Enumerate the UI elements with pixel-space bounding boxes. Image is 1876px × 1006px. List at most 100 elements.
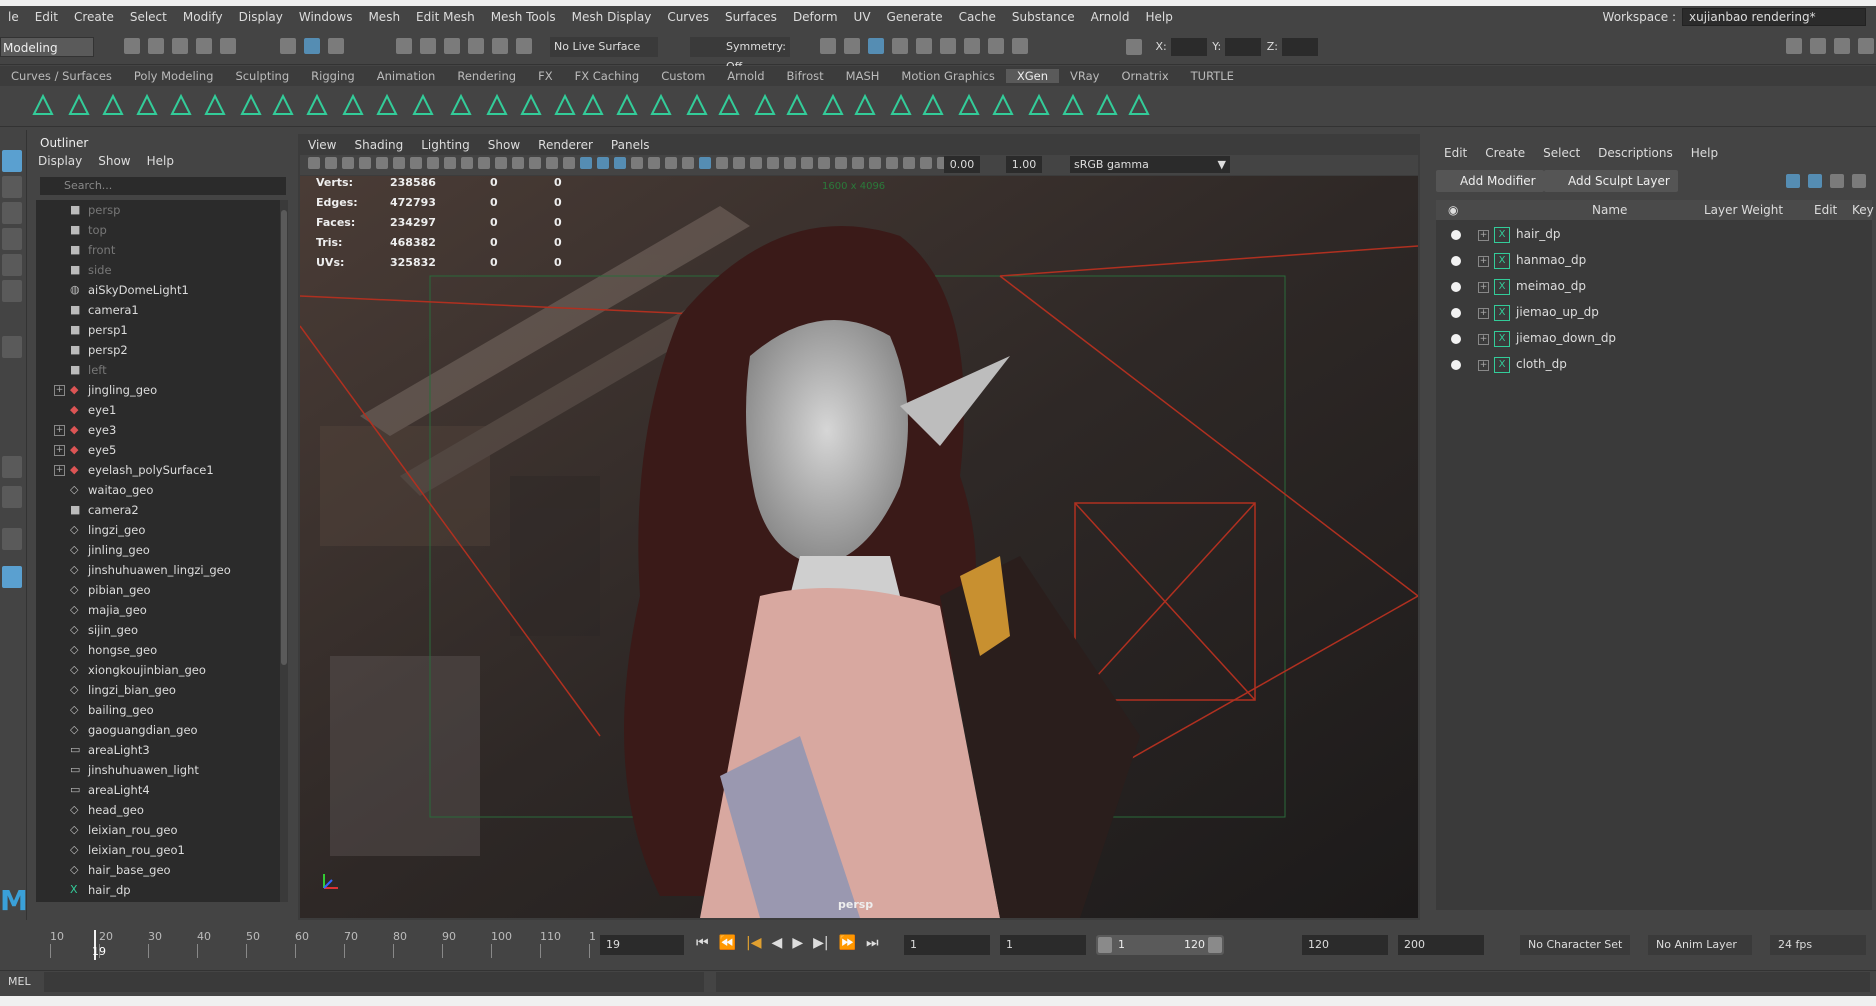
- time-ruler[interactable]: 10 20 30 40 50 60 70 80 90 100 110 1: [40, 930, 596, 960]
- outliner-search-input[interactable]: Search...: [40, 177, 286, 195]
- expand-icon[interactable]: +: [1478, 230, 1489, 241]
- viewport-tool-icon[interactable]: [308, 157, 320, 169]
- pause-icon[interactable]: [1012, 38, 1028, 54]
- xgen-shelf-tool-icon[interactable]: [990, 92, 1016, 118]
- menu-mesh-display[interactable]: Mesh Display: [564, 10, 660, 24]
- outliner-item[interactable]: ◇ head_geo: [36, 800, 274, 820]
- symmetry-dropdown[interactable]: Symmetry: Off: [690, 37, 790, 73]
- exposure-field[interactable]: 0.00: [944, 156, 980, 173]
- save-scene-icon[interactable]: [172, 38, 188, 54]
- outliner-item[interactable]: ■ camera2: [36, 500, 274, 520]
- shelf-tab-animation[interactable]: Animation: [366, 69, 447, 83]
- viewport-tool-icon[interactable]: [342, 157, 354, 169]
- viewport-tool-icon[interactable]: [427, 157, 439, 169]
- description-row[interactable]: + Xhair_dp: [1436, 222, 1872, 248]
- render-view-icon[interactable]: [868, 38, 884, 54]
- visibility-toggle-icon[interactable]: [1451, 360, 1461, 370]
- outliner-item[interactable]: ◇ bailing_geo: [36, 700, 274, 720]
- outliner-item[interactable]: ◇ pibian_geo: [36, 580, 274, 600]
- z-field[interactable]: [1281, 38, 1318, 56]
- command-input[interactable]: [44, 972, 704, 992]
- xgen-shelf-tool-icon[interactable]: [30, 92, 56, 118]
- shelf-tab-fx[interactable]: FX: [527, 69, 564, 83]
- shelf-tab-fx-caching[interactable]: FX Caching: [564, 69, 651, 83]
- lasso-tool-icon[interactable]: [2, 176, 22, 198]
- viewport-tool-icon[interactable]: [682, 157, 694, 169]
- viewport-tool-icon[interactable]: [393, 157, 405, 169]
- range-start-handle[interactable]: [1098, 937, 1112, 953]
- menu-display[interactable]: Display: [231, 10, 291, 24]
- modeling-toolkit-icon[interactable]: [1786, 38, 1802, 54]
- move-tool-icon[interactable]: [2, 228, 22, 250]
- xgen-shelf-tool-icon[interactable]: [956, 92, 982, 118]
- xgen-shelf-tool-icon[interactable]: [684, 92, 710, 118]
- description-row[interactable]: + Xmeimao_dp: [1436, 274, 1872, 300]
- outliner-item[interactable]: ■ persp2: [36, 340, 274, 360]
- outliner-item[interactable]: + ◆ eye5: [36, 440, 274, 460]
- snap-point-icon[interactable]: [444, 38, 460, 54]
- visibility-toggle-icon[interactable]: [1451, 308, 1461, 318]
- outliner-item[interactable]: ◇ leixian_rou_geo: [36, 820, 274, 840]
- xgen-shelf-tool-icon[interactable]: [484, 92, 510, 118]
- menu-mesh-tools[interactable]: Mesh Tools: [483, 10, 564, 24]
- outliner-item[interactable]: ▭ areaLight4: [36, 780, 274, 800]
- layout-single-icon[interactable]: [2, 336, 22, 358]
- xgen-shelf-tool-icon[interactable]: [202, 92, 228, 118]
- menu-edit-mesh[interactable]: Edit Mesh: [408, 10, 483, 24]
- description-row[interactable]: + Xhanmao_dp: [1436, 248, 1872, 274]
- viewport-tool-icon[interactable]: [920, 157, 932, 169]
- viewport-tool-icon[interactable]: [563, 157, 575, 169]
- menu-curves[interactable]: Curves: [659, 10, 717, 24]
- outliner-item[interactable]: ◇ lingzi_geo: [36, 520, 274, 540]
- new-layer-icon[interactable]: [1830, 174, 1844, 188]
- xgen-shelf-tool-icon[interactable]: [1094, 92, 1120, 118]
- play-forward-icon[interactable]: ▶: [792, 935, 803, 951]
- render-frame-icon[interactable]: [892, 38, 908, 54]
- viewport-tool-icon[interactable]: [631, 157, 643, 169]
- viewport-tool-icon[interactable]: [733, 157, 745, 169]
- xgen-shelf-tool-icon[interactable]: [66, 92, 92, 118]
- layout-four-icon[interactable]: [2, 456, 22, 478]
- viewport-tool-icon[interactable]: [818, 157, 830, 169]
- select-by-hierarchy-icon[interactable]: [280, 38, 296, 54]
- viewport-tool-icon[interactable]: [580, 157, 592, 169]
- outliner-scroll-thumb[interactable]: [281, 210, 287, 665]
- xgen-shelf-tool-icon[interactable]: [518, 92, 544, 118]
- viewport-tool-icon[interactable]: [444, 157, 456, 169]
- range-start-field[interactable]: 1: [904, 935, 990, 955]
- arrow-right-icon[interactable]: [1808, 174, 1822, 188]
- expand-icon[interactable]: +: [1478, 360, 1489, 371]
- viewport-tool-icon[interactable]: [903, 157, 915, 169]
- xgen-shelf-tool-icon[interactable]: [340, 92, 366, 118]
- xgen-shelf-tool-icon[interactable]: [374, 92, 400, 118]
- menu-generate[interactable]: Generate: [879, 10, 951, 24]
- scale-tool-icon[interactable]: [2, 280, 22, 302]
- outliner-item[interactable]: ◇ sijin_geo: [36, 620, 274, 640]
- current-frame-field[interactable]: 19: [600, 935, 684, 955]
- menu-cache[interactable]: Cache: [951, 10, 1004, 24]
- vp-menu-panels[interactable]: Panels: [611, 138, 650, 152]
- layout-two-icon[interactable]: [2, 486, 22, 508]
- shelf-tab-sculpting[interactable]: Sculpting: [224, 69, 300, 83]
- outliner-item[interactable]: ◍ aiSkyDomeLight1: [36, 280, 274, 300]
- xgen-shelf-tool-icon[interactable]: [1060, 92, 1086, 118]
- render-settings-icon[interactable]: [940, 38, 956, 54]
- channel-box-icon[interactable]: [1858, 38, 1874, 54]
- expand-icon[interactable]: +: [1478, 256, 1489, 267]
- character-set-dropdown[interactable]: No Character Set: [1520, 935, 1630, 955]
- menu-arnold[interactable]: Arnold: [1083, 10, 1138, 24]
- outliner-item[interactable]: ■ left: [36, 360, 274, 380]
- redo-icon[interactable]: [220, 38, 236, 54]
- arnold-render-icon[interactable]: [988, 38, 1004, 54]
- paint-select-icon[interactable]: [2, 202, 22, 224]
- xgen-shelf-tool-icon[interactable]: [920, 92, 946, 118]
- ipr-render-icon[interactable]: [916, 38, 932, 54]
- xgen-shelf-tool-icon[interactable]: [270, 92, 296, 118]
- shelf-tab-motion-graphics[interactable]: Motion Graphics: [890, 69, 1005, 83]
- viewport-tool-icon[interactable]: [699, 157, 711, 169]
- menu-edit[interactable]: Edit: [27, 10, 66, 24]
- vp-menu-shading[interactable]: Shading: [354, 138, 403, 152]
- outliner-menu-display[interactable]: Display: [38, 154, 82, 168]
- outliner-item[interactable]: ◇ hair_base_geo: [36, 860, 274, 880]
- undo-icon[interactable]: [196, 38, 212, 54]
